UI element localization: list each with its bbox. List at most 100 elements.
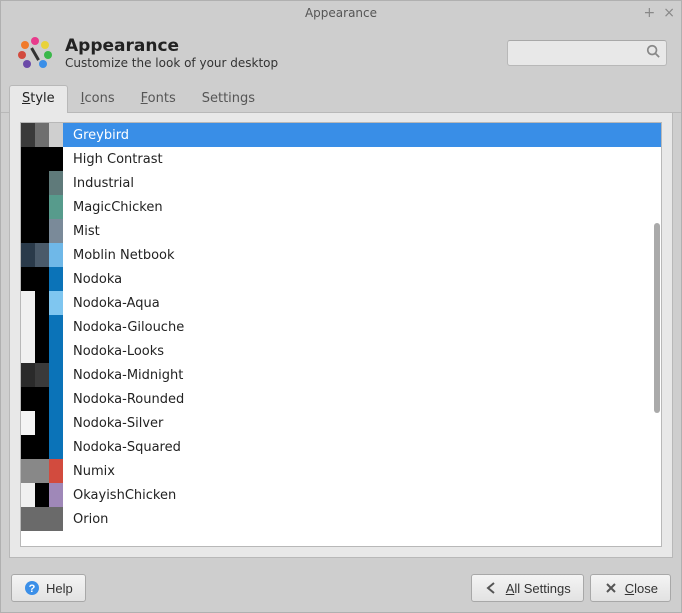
- theme-name: Nodoka-Midnight: [73, 368, 183, 383]
- swatch: [49, 339, 63, 363]
- tab-icons[interactable]: Icons: [68, 85, 128, 112]
- all-settings-label: All Settings: [506, 581, 571, 596]
- swatch: [49, 123, 63, 147]
- theme-swatches: [21, 195, 63, 219]
- help-button[interactable]: ? Help: [11, 574, 86, 602]
- theme-row[interactable]: Moblin Netbook: [21, 243, 661, 267]
- theme-row[interactable]: Nodoka-Midnight: [21, 363, 661, 387]
- theme-list[interactable]: Greybird High Contrast Industrial MagicChic…: [21, 123, 661, 546]
- theme-swatches: [21, 507, 63, 531]
- theme-name: OkayishChicken: [73, 488, 176, 503]
- swatch: [49, 147, 63, 171]
- theme-row[interactable]: Industrial: [21, 171, 661, 195]
- swatch: [21, 171, 35, 195]
- footer: ? Help All Settings Close: [1, 566, 681, 612]
- tab-fonts[interactable]: Fonts: [128, 85, 189, 112]
- swatch: [21, 507, 35, 531]
- page-title: Appearance: [65, 36, 497, 56]
- help-icon: ?: [24, 580, 40, 596]
- theme-name: Mist: [73, 224, 100, 239]
- theme-swatches: [21, 147, 63, 171]
- swatch: [35, 363, 49, 387]
- theme-name: Nodoka-Gilouche: [73, 320, 184, 335]
- page-subtitle: Customize the look of your desktop: [65, 56, 497, 70]
- swatch: [21, 267, 35, 291]
- theme-row[interactable]: MagicChicken: [21, 195, 661, 219]
- all-settings-button[interactable]: All Settings: [471, 574, 584, 602]
- theme-list-container: Greybird High Contrast Industrial MagicChic…: [20, 122, 662, 547]
- swatch: [49, 507, 63, 531]
- theme-row[interactable]: Greybird: [21, 123, 661, 147]
- svg-text:?: ?: [29, 583, 36, 595]
- theme-row[interactable]: Nodoka-Gilouche: [21, 315, 661, 339]
- theme-row[interactable]: OkayishChicken: [21, 483, 661, 507]
- header: Appearance Customize the look of your de…: [1, 25, 681, 85]
- tab-settings[interactable]: Settings: [189, 85, 268, 112]
- swatch: [49, 243, 63, 267]
- minimize-icon[interactable]: +: [644, 6, 656, 20]
- swatch: [35, 411, 49, 435]
- swatch: [49, 483, 63, 507]
- tab-content-style: Greybird High Contrast Industrial MagicChic…: [9, 112, 673, 558]
- theme-name: Greybird: [73, 128, 129, 143]
- scrollbar-thumb[interactable]: [654, 223, 660, 413]
- help-label: Help: [46, 581, 73, 596]
- swatch: [35, 339, 49, 363]
- theme-name: High Contrast: [73, 152, 163, 167]
- search-icon: [646, 44, 660, 62]
- theme-swatches: [21, 171, 63, 195]
- theme-row[interactable]: Nodoka: [21, 267, 661, 291]
- swatch: [21, 387, 35, 411]
- swatch: [35, 195, 49, 219]
- theme-row[interactable]: Nodoka-Squared: [21, 435, 661, 459]
- swatch: [21, 315, 35, 339]
- titlebar: Appearance + ×: [1, 1, 681, 25]
- theme-row[interactable]: High Contrast: [21, 147, 661, 171]
- window-title: Appearance: [305, 6, 377, 20]
- theme-name: Nodoka: [73, 272, 122, 287]
- swatch: [21, 147, 35, 171]
- theme-swatches: [21, 219, 63, 243]
- theme-row[interactable]: Nodoka-Looks: [21, 339, 661, 363]
- swatch: [49, 411, 63, 435]
- theme-swatches: [21, 267, 63, 291]
- swatch: [21, 219, 35, 243]
- theme-swatches: [21, 459, 63, 483]
- window-controls: + ×: [644, 6, 675, 20]
- theme-row[interactable]: Orion: [21, 507, 661, 531]
- theme-row[interactable]: Mist: [21, 219, 661, 243]
- close-icon[interactable]: ×: [663, 6, 675, 20]
- swatch: [49, 291, 63, 315]
- theme-name: Nodoka-Squared: [73, 440, 181, 455]
- theme-name: Industrial: [73, 176, 134, 191]
- theme-row[interactable]: Nodoka-Rounded: [21, 387, 661, 411]
- theme-row[interactable]: Nodoka-Aqua: [21, 291, 661, 315]
- swatch: [35, 219, 49, 243]
- theme-row[interactable]: Numix: [21, 459, 661, 483]
- theme-swatches: [21, 363, 63, 387]
- theme-name: Nodoka-Looks: [73, 344, 164, 359]
- theme-swatches: [21, 483, 63, 507]
- swatch: [21, 435, 35, 459]
- search-input[interactable]: [507, 40, 667, 66]
- scrollbar[interactable]: [653, 123, 661, 546]
- swatch: [49, 219, 63, 243]
- theme-name: Nodoka-Silver: [73, 416, 163, 431]
- swatch: [21, 291, 35, 315]
- close-button[interactable]: Close: [590, 574, 671, 602]
- swatch: [35, 435, 49, 459]
- swatch: [35, 123, 49, 147]
- theme-swatches: [21, 435, 63, 459]
- theme-swatches: [21, 411, 63, 435]
- back-arrow-icon: [484, 580, 500, 596]
- theme-row[interactable]: Nodoka-Silver: [21, 411, 661, 435]
- theme-name: Nodoka-Aqua: [73, 296, 160, 311]
- theme-swatches: [21, 315, 63, 339]
- swatch: [21, 459, 35, 483]
- swatch: [21, 243, 35, 267]
- swatch: [49, 315, 63, 339]
- tab-style[interactable]: Style: [9, 85, 68, 113]
- swatch: [21, 195, 35, 219]
- appearance-icon: [15, 33, 55, 73]
- theme-swatches: [21, 339, 63, 363]
